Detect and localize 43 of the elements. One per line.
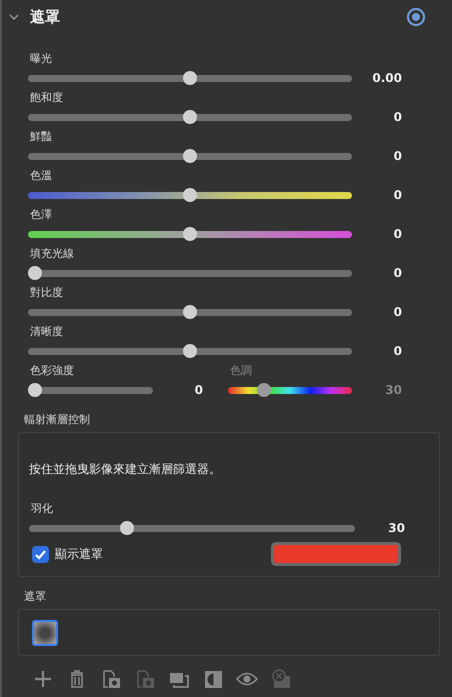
slider-label: 羽化 (30, 502, 54, 516)
section-title: 輻射漸層控制 (23, 412, 91, 428)
slider-label: 色彩強度 (29, 364, 75, 378)
slider-thumb[interactable] (183, 71, 197, 85)
slider-value: 0 (392, 149, 402, 163)
section-title: 遮罩 (23, 589, 47, 605)
contrast-icon[interactable] (202, 668, 224, 690)
color-swatch[interactable] (271, 542, 401, 566)
slider-value: 0 (392, 110, 402, 124)
slider-label: 填充光線 (29, 247, 75, 261)
slider-thumb[interactable] (28, 266, 42, 280)
slider-thumb[interactable] (28, 383, 42, 397)
slider-value: 0 (392, 344, 402, 358)
slider-value: 0.00 (371, 71, 402, 85)
slider-label: 色調 (229, 364, 253, 378)
slider-thumb[interactable] (120, 521, 134, 535)
checkbox-label: 顯示遮罩 (55, 546, 104, 562)
hint-text: 按住並拖曳影像來建立漸層篩選器。 (29, 461, 222, 478)
slider-value: 0 (392, 188, 402, 202)
slider-label: 鮮豔 (29, 130, 53, 144)
slider-thumb[interactable] (183, 344, 197, 358)
slider-value: 0 (392, 227, 402, 241)
slider-label: 對比度 (29, 286, 64, 300)
checkbox[interactable] (32, 546, 49, 562)
slider-thumb[interactable] (183, 149, 197, 163)
panel-title: 遮罩 (30, 8, 61, 26)
slider-label: 飽和度 (29, 91, 64, 105)
slider-label: 曝光 (29, 52, 53, 66)
slider-label: 色澤 (29, 208, 53, 222)
slider-value: 30 (387, 521, 405, 535)
slider-value: 0 (392, 305, 402, 319)
slider-thumb[interactable] (183, 188, 197, 202)
slider-thumb[interactable] (183, 305, 197, 319)
slider-thumb[interactable] (183, 110, 197, 124)
slider-value: 0 (194, 383, 203, 397)
slider-label: 清晰度 (29, 325, 64, 339)
slider-thumb[interactable] (183, 227, 197, 241)
add-icon[interactable] (32, 668, 54, 690)
slider-value: 0 (392, 266, 402, 280)
target-icon[interactable] (406, 7, 426, 27)
mask-thumbnail[interactable] (32, 620, 58, 646)
slider-label: 色溫 (29, 169, 53, 183)
slider-value: 30 (384, 383, 402, 397)
